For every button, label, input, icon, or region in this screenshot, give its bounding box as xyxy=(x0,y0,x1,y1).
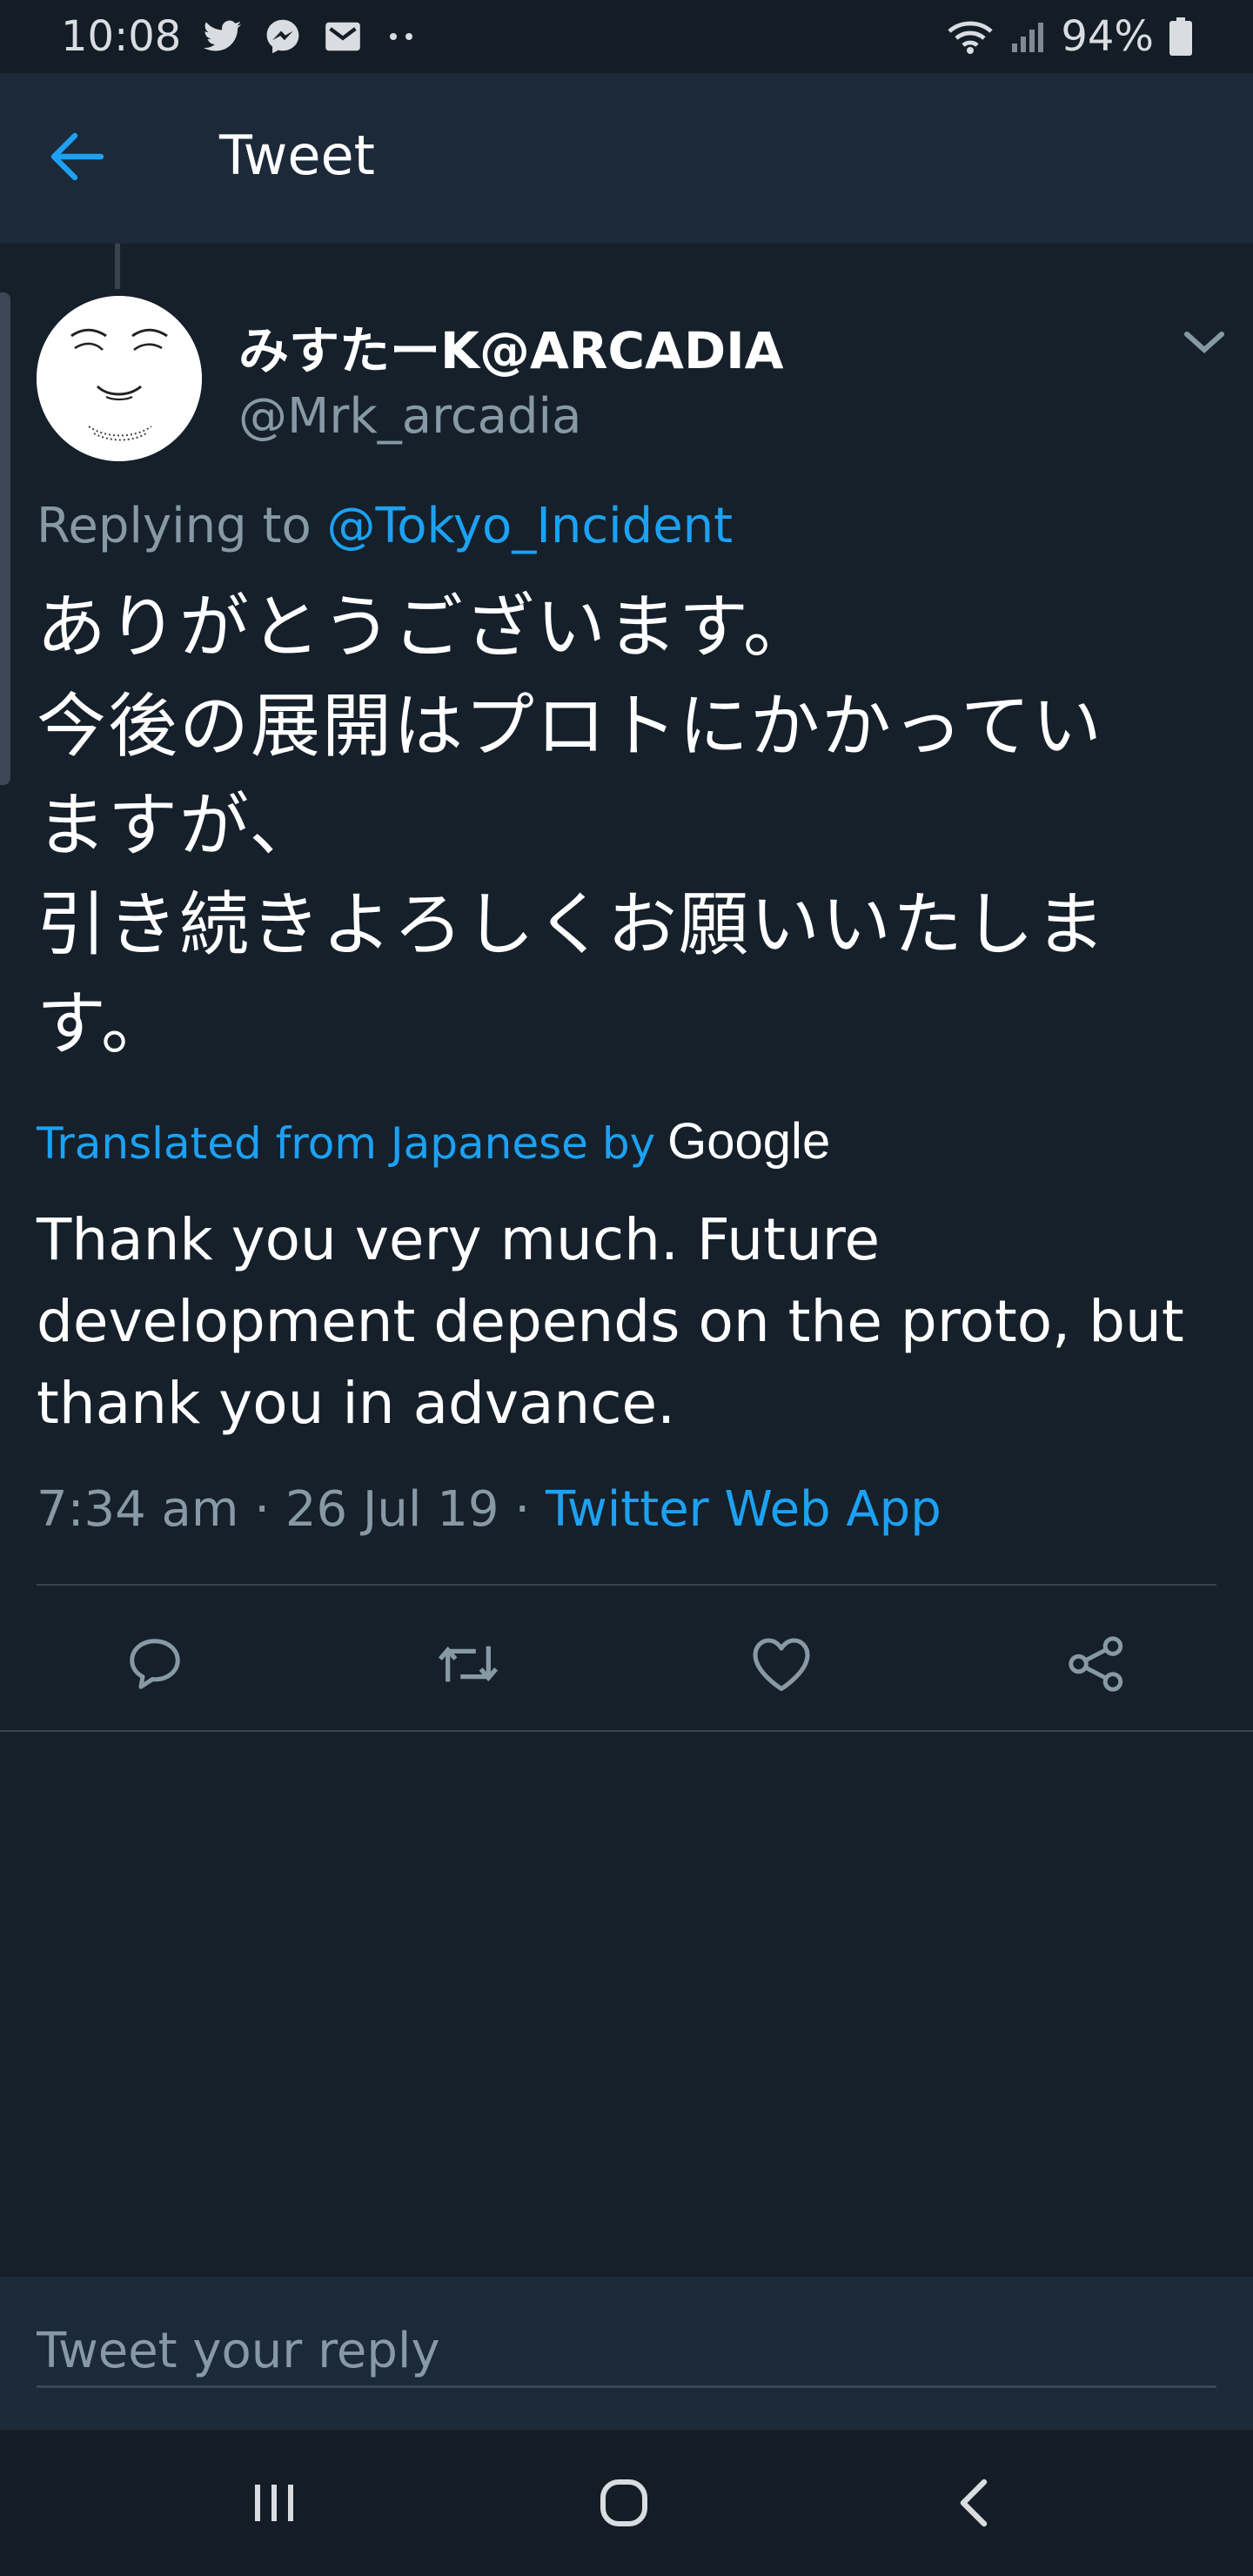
tweet-detail-screen: 10:08 94% Tweet みすたーK@ARCADIA @Mrk_arcad… xyxy=(0,0,1253,2576)
battery-icon xyxy=(1169,17,1192,56)
scroll-indicator xyxy=(0,292,10,785)
divider xyxy=(37,1584,1216,1586)
share-button[interactable] xyxy=(1055,1624,1138,1707)
reply-icon xyxy=(124,1633,185,1698)
share-icon xyxy=(1066,1633,1127,1698)
divider xyxy=(0,1730,1253,1732)
messenger-icon xyxy=(265,18,301,55)
meta-separator: · xyxy=(254,1481,271,1538)
thread-line xyxy=(115,244,120,289)
status-time: 10:08 xyxy=(61,12,182,61)
back-icon[interactable] xyxy=(935,2468,1013,2538)
status-bar: 10:08 94% xyxy=(0,0,1253,73)
translation-attribution: Translated from Japanese by Google xyxy=(37,1112,830,1171)
page-title: Tweet xyxy=(219,124,375,187)
display-name[interactable]: みすたーK@ARCADIA xyxy=(238,310,784,383)
reply-bar xyxy=(0,2277,1253,2430)
status-left: 10:08 xyxy=(61,12,419,61)
like-button[interactable] xyxy=(740,1624,823,1707)
meta-separator: · xyxy=(514,1481,531,1538)
like-icon xyxy=(750,1634,813,1697)
system-nav-bar xyxy=(0,2430,1253,2576)
battery-percent: 94% xyxy=(1061,12,1154,61)
retweet-button[interactable] xyxy=(426,1624,510,1707)
app-bar: Tweet xyxy=(0,73,1253,244)
reply-button[interactable] xyxy=(113,1624,197,1707)
reply-mention-link[interactable]: @Tokyo_Incident xyxy=(327,498,734,554)
recents-icon[interactable] xyxy=(235,2468,313,2538)
user-handle[interactable]: @Mrk_arcadia xyxy=(238,388,581,445)
wifi-icon xyxy=(946,17,995,56)
reply-input[interactable] xyxy=(37,2317,1216,2388)
home-icon[interactable] xyxy=(585,2468,663,2538)
back-arrow-icon[interactable] xyxy=(49,131,118,186)
avatar[interactable] xyxy=(37,296,202,461)
tweet-time: 7:34 am xyxy=(37,1481,239,1538)
translation-text: Thank you very much. Future development … xyxy=(37,1206,1184,1437)
tweet-meta: 7:34 am · 26 Jul 19 · Twitter Web App xyxy=(37,1481,941,1538)
tweet-text: ありがとうございます。 今後の展開はプロトにかかってい ますが、 引き続きよろし… xyxy=(37,587,1107,1064)
chevron-down-icon[interactable] xyxy=(1180,322,1229,360)
signal-icon xyxy=(1010,19,1045,54)
replying-to-line: Replying to @Tokyo_Incident xyxy=(37,498,733,554)
google-logo: Google xyxy=(667,1113,831,1170)
more-dots-icon xyxy=(385,30,419,43)
tweet-source-link[interactable]: Twitter Web App xyxy=(546,1481,941,1538)
tweet-date: 26 Jul 19 xyxy=(285,1481,499,1538)
retweet-icon xyxy=(435,1633,501,1698)
mail-icon xyxy=(324,21,362,52)
twitter-icon xyxy=(204,20,242,53)
translated-label[interactable]: Translated from Japanese by xyxy=(37,1118,655,1169)
replying-prefix: Replying to xyxy=(37,498,312,554)
status-right: 94% xyxy=(946,12,1192,61)
